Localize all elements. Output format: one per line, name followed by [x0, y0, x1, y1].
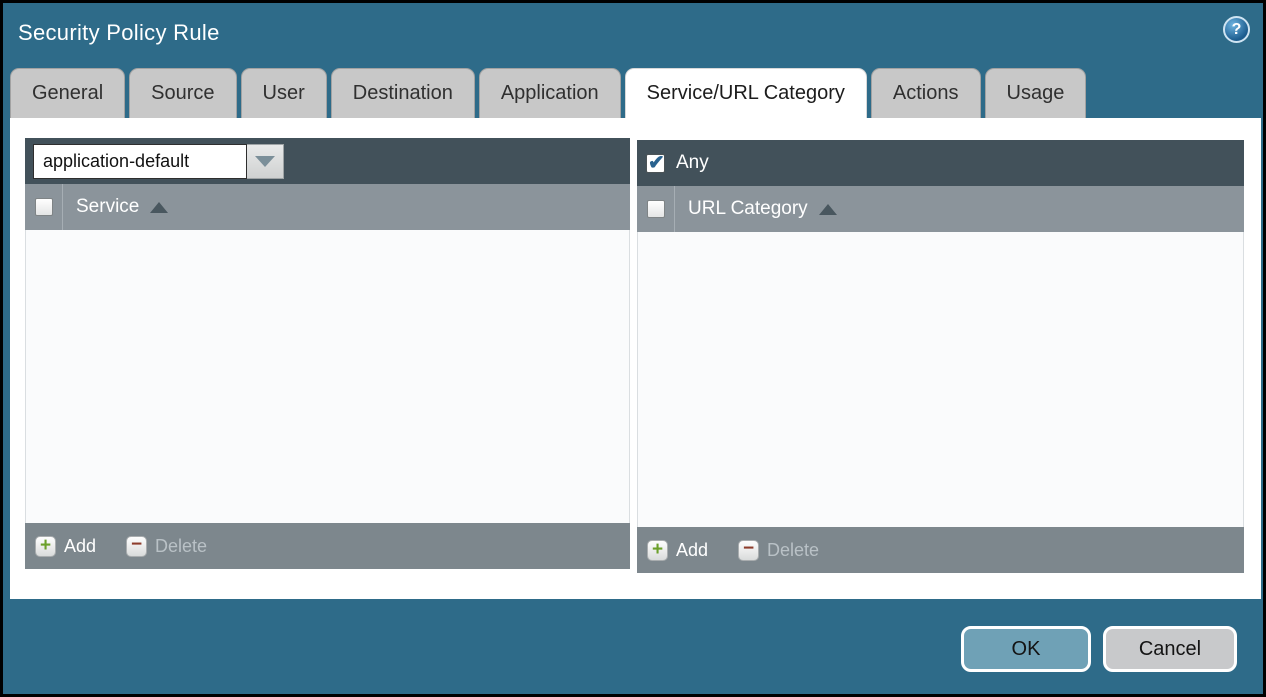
delete-button-label: Delete: [767, 540, 819, 561]
service-panel: application-default Service + Add: [25, 138, 630, 569]
tab-destination[interactable]: Destination: [331, 68, 475, 118]
tab-service-url-category[interactable]: Service/URL Category: [625, 68, 867, 118]
service-add-button[interactable]: + Add: [35, 536, 96, 557]
url-category-add-button[interactable]: + Add: [647, 540, 708, 561]
tab-source[interactable]: Source: [129, 68, 236, 118]
url-category-select-all-cell: [637, 186, 675, 232]
dialog-title: Security Policy Rule: [18, 20, 220, 46]
delete-button-label: Delete: [155, 536, 207, 557]
url-category-panel: Any URL Category + Add − Delete: [637, 140, 1244, 573]
help-icon[interactable]: ?: [1223, 16, 1250, 43]
service-table-body[interactable]: [25, 230, 630, 523]
url-category-toolbar: Any: [637, 140, 1244, 186]
add-button-label: Add: [64, 536, 96, 557]
sort-ascending-icon[interactable]: [819, 204, 837, 215]
any-checkbox[interactable]: [646, 154, 665, 173]
service-select-all-cell: [25, 184, 63, 230]
add-button-label: Add: [676, 540, 708, 561]
url-category-table-body[interactable]: [637, 232, 1244, 527]
service-type-dropdown-button[interactable]: [247, 144, 284, 179]
url-category-delete-button[interactable]: − Delete: [738, 540, 819, 561]
add-plus-icon: +: [35, 536, 56, 557]
url-category-footer-bar: + Add − Delete: [637, 527, 1244, 573]
ok-button[interactable]: OK: [961, 626, 1091, 672]
chevron-down-icon: [255, 156, 275, 167]
service-table-header: Service: [25, 184, 630, 230]
tab-bar: General Source User Destination Applicat…: [10, 68, 1086, 118]
tab-application[interactable]: Application: [479, 68, 621, 118]
tab-usage[interactable]: Usage: [985, 68, 1087, 118]
cancel-button[interactable]: Cancel: [1103, 626, 1237, 672]
security-policy-rule-dialog: Security Policy Rule ? General Source Us…: [0, 0, 1266, 697]
service-delete-button[interactable]: − Delete: [126, 536, 207, 557]
tab-content-area: application-default Service + Add: [10, 118, 1261, 599]
add-plus-icon: +: [647, 540, 668, 561]
delete-minus-icon: −: [126, 536, 147, 557]
sort-ascending-icon[interactable]: [150, 202, 168, 213]
tab-user[interactable]: User: [241, 68, 327, 118]
delete-minus-icon: −: [738, 540, 759, 561]
tab-general[interactable]: General: [10, 68, 125, 118]
url-category-table-header: URL Category: [637, 186, 1244, 232]
service-type-value[interactable]: application-default: [33, 144, 247, 179]
url-category-column-header[interactable]: URL Category: [688, 198, 808, 220]
service-column-header[interactable]: Service: [76, 196, 139, 218]
tab-actions[interactable]: Actions: [871, 68, 981, 118]
service-select-all-checkbox[interactable]: [35, 198, 53, 216]
service-footer-bar: + Add − Delete: [25, 523, 630, 569]
service-toolbar: application-default: [25, 138, 630, 184]
url-category-select-all-checkbox[interactable]: [647, 200, 665, 218]
service-type-dropdown[interactable]: application-default: [33, 144, 284, 179]
any-checkbox-label: Any: [676, 152, 709, 174]
